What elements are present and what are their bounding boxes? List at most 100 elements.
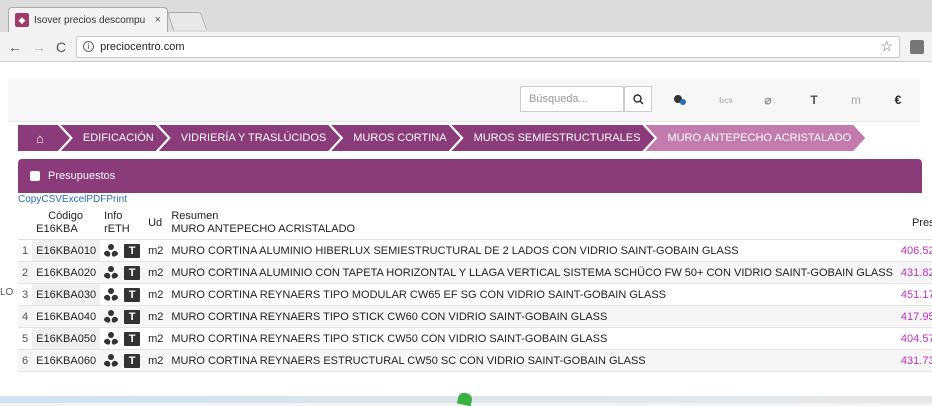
forward-arrow-icon[interactable]: → — [32, 39, 46, 55]
breadcrumb: ⌂ EDIFICACIÓN VIDRIERÍA Y TRASLÚCIDOS MU… — [18, 125, 898, 151]
sustainability-people-icon[interactable] — [104, 331, 120, 346]
row-price[interactable]: 431.73 — [896, 349, 932, 372]
browser-tab-strip: ◆ Isover precios descompu × — [0, 0, 932, 32]
search-input[interactable]: Búsqueda... — [520, 86, 624, 112]
budget-table: Código E16KBA Info rETH Ud Resumen MURO … — [18, 207, 932, 372]
table-header-row: Código E16KBA Info rETH Ud Resumen MURO … — [18, 207, 932, 240]
tab-close-icon[interactable]: × — [155, 14, 161, 26]
bookmark-star-icon[interactable]: ☆ — [880, 38, 893, 55]
site-favicon-icon: ◆ — [15, 13, 29, 27]
row-unit: m2 — [144, 327, 168, 350]
row-price[interactable]: 404.57 — [896, 327, 932, 350]
csv-button[interactable]: CSV — [41, 194, 62, 205]
home-icon: ⌂ — [36, 130, 44, 146]
breadcrumb-item-muros-semiestructurales[interactable]: MUROS SEMIESTRUCTURALES — [452, 125, 655, 151]
row-number: 3 — [18, 283, 33, 306]
row-code[interactable]: E16KBA050 — [32, 327, 101, 350]
row-summary[interactable]: MURO CORTINA REYNAERS TIPO MODULAR CW65 … — [167, 283, 897, 306]
table-row[interactable]: 2 E16KBA020 Tm2 MURO CORTINA ALUMINIO CON T… — [18, 261, 932, 284]
address-toolbar: ← → C i preciocentro.com ☆ — [0, 32, 932, 62]
row-unit: m2 — [144, 349, 168, 372]
breadcrumb-item-muros-cortina[interactable]: MUROS CORTINA — [331, 125, 460, 151]
table-row[interactable]: 3 E16KBA030 Tm2 MURO CORTINA REYNAERS TIPO … — [18, 283, 932, 306]
row-summary[interactable]: MURO CORTINA ALUMINIO HIBERLUX SEMIESTRU… — [167, 239, 897, 262]
breadcrumb-item-vidrieria[interactable]: VIDRIERÍA Y TRASLÚCIDOS — [159, 125, 341, 151]
sustainability-people-icon[interactable] — [104, 353, 120, 368]
settings-gear-icon[interactable] — [668, 90, 692, 110]
left-edge-fragment: LO — [0, 287, 14, 298]
row-code[interactable]: E16KBA010 — [32, 239, 101, 262]
row-info: T — [100, 305, 145, 328]
search-button[interactable] — [624, 86, 652, 112]
row-summary[interactable]: MURO CORTINA REYNAERS ESTRUCTURAL CW50 S… — [167, 349, 897, 372]
back-arrow-icon[interactable]: ← — [8, 39, 22, 55]
pdf-button[interactable]: PDF — [86, 194, 106, 205]
row-price[interactable]: 431.82 — [896, 261, 932, 284]
row-number: 6 — [18, 349, 33, 372]
url-bar[interactable]: i preciocentro.com ☆ — [76, 35, 900, 58]
column-header-code[interactable]: Código E16KBA — [32, 207, 101, 240]
site-info-icon[interactable]: i — [83, 41, 95, 52]
row-info: T — [100, 239, 145, 262]
row-price[interactable]: 406.52 — [896, 239, 932, 262]
sustainability-people-icon[interactable] — [104, 287, 120, 302]
euro-price-icon[interactable]: € — [886, 90, 910, 110]
export-buttons: Copy CSV Excel PDF Print — [18, 194, 127, 205]
technical-t-icon[interactable]: T — [124, 265, 141, 280]
row-unit: m2 — [144, 283, 168, 306]
row-price[interactable]: 417.95 — [896, 305, 932, 328]
technical-t-icon[interactable]: T — [124, 309, 141, 324]
row-unit: m2 — [144, 305, 168, 328]
row-number: 1 — [18, 239, 33, 262]
row-summary[interactable]: MURO CORTINA ALUMINIO CON TAPETA HORIZON… — [167, 261, 897, 284]
table-row[interactable]: 1 E16KBA010 Tm2 MURO CORTINA ALUMINIO HIBER… — [18, 239, 932, 262]
table-row[interactable]: 5 E16KBA050 Tm2 MURO CORTINA REYNAERS TIPO … — [18, 327, 932, 350]
row-code[interactable]: E16KBA040 — [32, 305, 101, 328]
url-text: preciocentro.com — [100, 40, 185, 53]
print-button[interactable]: Print — [106, 194, 127, 205]
sustainability-people-icon[interactable] — [104, 243, 120, 258]
copy-button[interactable]: Copy — [18, 194, 41, 205]
technical-t-icon[interactable]: T — [124, 353, 141, 368]
row-number: 4 — [18, 305, 33, 328]
attachment-clip-icon[interactable]: ⌀ — [756, 90, 780, 110]
reload-icon[interactable]: C — [56, 39, 66, 55]
technical-t-icon[interactable]: T — [124, 287, 141, 302]
row-code[interactable]: E16KBA060 — [32, 349, 101, 372]
site-toolbar: Búsqueda... bcs ⌀ T m € — [8, 78, 920, 122]
breadcrumb-home[interactable]: ⌂ — [18, 125, 70, 151]
column-header-unit[interactable]: Ud — [144, 207, 168, 240]
row-number: 2 — [18, 261, 33, 284]
row-summary[interactable]: MURO CORTINA REYNAERS TIPO STICK CW50 CO… — [167, 327, 897, 350]
technical-t-icon[interactable]: T — [124, 331, 141, 346]
tab-title: Isover precios descompu — [34, 14, 146, 26]
row-number: 5 — [18, 327, 33, 350]
sustainability-people-icon[interactable] — [104, 309, 120, 324]
column-header-price[interactable]: Pres — [896, 207, 932, 240]
row-info: T — [100, 349, 145, 372]
row-summary[interactable]: MURO CORTINA REYNAERS TIPO STICK CW60 CO… — [167, 305, 897, 328]
browser-tab[interactable]: ◆ Isover precios descompu × — [8, 7, 168, 32]
excel-button[interactable]: Excel — [62, 194, 86, 205]
text-t-icon[interactable]: T — [802, 90, 826, 110]
budget-panel-header: Presupuestos — [18, 159, 922, 193]
bcs-icon[interactable]: bcs — [714, 90, 738, 110]
row-unit: m2 — [144, 261, 168, 284]
table-row[interactable]: 6 E16KBA060 Tm2 MURO CORTINA REYNAERS ESTRU… — [18, 349, 932, 372]
row-code[interactable]: E16KBA020 — [32, 261, 101, 284]
sustainability-people-icon[interactable] — [104, 265, 120, 280]
new-tab-button[interactable] — [166, 12, 208, 30]
extension-icon[interactable] — [910, 39, 924, 54]
column-header-info[interactable]: Info rETH — [100, 207, 145, 240]
measure-m-icon[interactable]: m — [844, 90, 868, 110]
breadcrumb-item-edificacion[interactable]: EDIFICACIÓN — [61, 125, 168, 151]
panel-title: Presupuestos — [48, 170, 116, 182]
breadcrumb-item-muro-antepecho[interactable]: MURO ANTEPECHO ACRISTALADO — [645, 125, 865, 151]
row-price[interactable]: 451.17 — [896, 283, 932, 306]
home-small-icon — [30, 171, 40, 181]
row-info: T — [100, 327, 145, 350]
row-code[interactable]: E16KBA030 — [32, 283, 101, 306]
table-row[interactable]: 4 E16KBA040 Tm2 MURO CORTINA REYNAERS TIPO … — [18, 305, 932, 328]
column-header-summary[interactable]: Resumen MURO ANTEPECHO ACRISTALADO — [167, 207, 897, 240]
technical-t-icon[interactable]: T — [124, 243, 141, 258]
